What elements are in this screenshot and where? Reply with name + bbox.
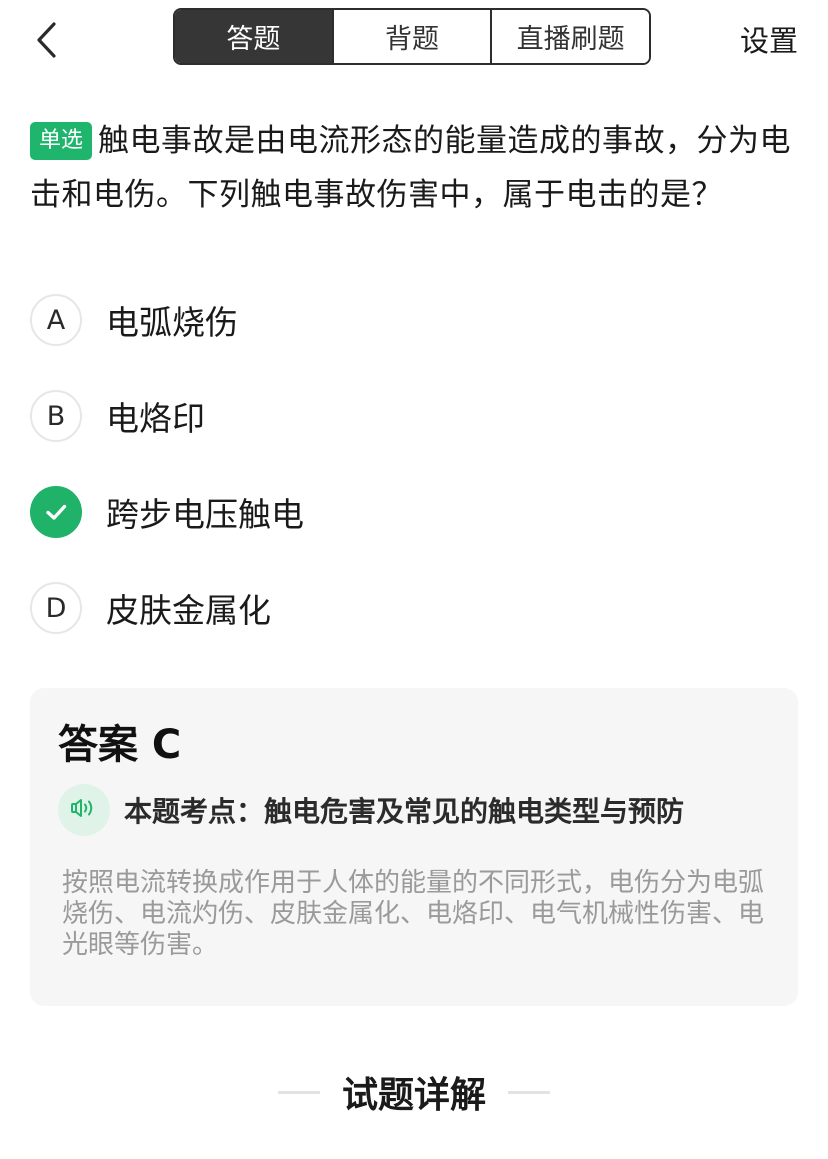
question-text: 触电事故是由电流形态的能量造成的事故，分为电击和电伤。下列触电事故伤害中，属于电…	[30, 123, 792, 213]
option-d-letter: D	[30, 582, 82, 634]
top-bar: 答题 背题 直播刷题 设置	[0, 0, 828, 80]
question-type-badge: 单选	[30, 122, 93, 160]
question-stem: 单选 触电事故是由电流形态的能量造成的事故，分为电击和电伤。下列触电事故伤害中，属…	[30, 114, 802, 222]
divider-right	[508, 1090, 550, 1094]
chevron-left-icon	[26, 16, 70, 64]
play-audio-button[interactable]	[58, 784, 110, 836]
answer-title: 答案 C	[58, 722, 182, 768]
option-b-text: 电烙印	[106, 399, 205, 438]
option-b[interactable]: B 电烙印	[30, 368, 800, 464]
option-a-text: 电弧烧伤	[106, 303, 238, 342]
option-b-letter: B	[30, 390, 82, 442]
options-list: A 电弧烧伤 B 电烙印 跨步电压触电 D 皮肤金属化	[30, 272, 800, 656]
mode-tabs: 答题 背题 直播刷题	[173, 8, 651, 65]
exam-point-label: 本题考点：触电危害及常见的触电类型与预防	[124, 795, 685, 828]
detail-section-heading: 试题详解	[0, 1062, 828, 1122]
option-d[interactable]: D 皮肤金属化	[30, 560, 800, 656]
answer-analysis: 按照电流转换成作用于人体的能量的不同形式，电伤分为电弧烧伤、电流灼伤、皮肤金属化…	[62, 868, 765, 960]
settings-button[interactable]: 设置	[740, 18, 798, 60]
divider-left	[277, 1090, 320, 1094]
tab-memorize[interactable]: 背题	[333, 10, 493, 63]
back-button[interactable]	[26, 16, 70, 64]
option-a-letter: A	[30, 294, 82, 346]
speaker-icon	[69, 796, 99, 824]
tab-live-practice[interactable]: 直播刷题	[492, 10, 649, 63]
exam-point-row: 本题考点：触电危害及常见的触电类型与预防	[58, 784, 684, 836]
option-d-text: 皮肤金属化	[106, 591, 271, 630]
detail-title: 试题详解	[341, 1075, 486, 1116]
option-a[interactable]: A 电弧烧伤	[30, 272, 800, 368]
answer-card: 答案 C 本题考点：触电危害及常见的触电类型与预防 按照电流转换成作用于人体的能…	[30, 688, 798, 1006]
option-c-text: 跨步电压触电	[106, 495, 304, 534]
option-c[interactable]: 跨步电压触电	[30, 464, 800, 560]
tab-answer[interactable]: 答题	[175, 10, 334, 63]
check-icon	[30, 486, 82, 538]
